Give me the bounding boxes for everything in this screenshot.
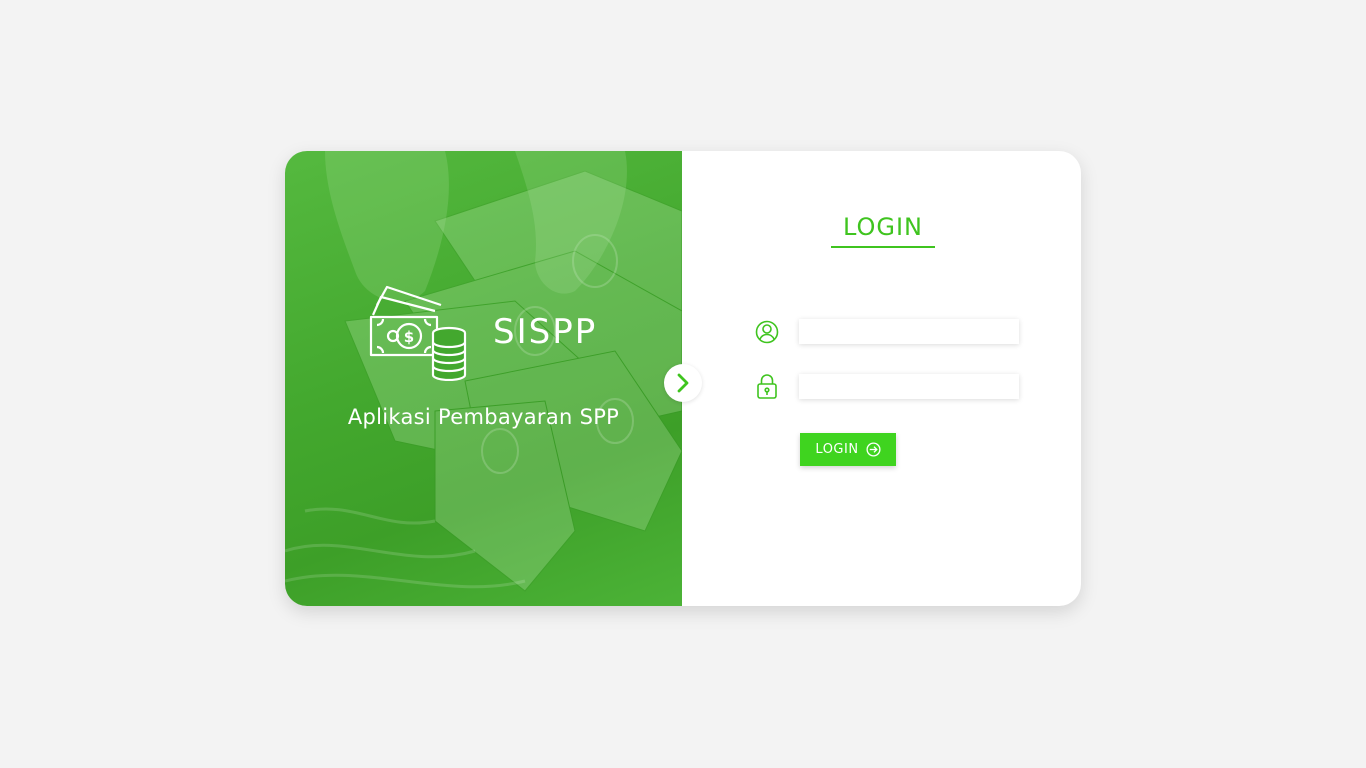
app-tagline: Aplikasi Pembayaran SPP bbox=[347, 405, 620, 429]
title-underline bbox=[831, 246, 935, 248]
svg-text:$: $ bbox=[404, 328, 414, 346]
chevron-right-button[interactable] bbox=[664, 364, 702, 402]
chevron-right-icon bbox=[677, 373, 689, 393]
login-button-label: LOGIN bbox=[815, 442, 859, 457]
money-coins-icon: $ bbox=[369, 285, 467, 381]
padlock-icon bbox=[757, 374, 777, 399]
hero-panel: $ SISPP Aplikasi Pembayaran SPP bbox=[285, 151, 682, 606]
login-title: LOGIN bbox=[842, 213, 924, 241]
login-button[interactable]: LOGIN bbox=[800, 433, 896, 466]
app-name: SISPP bbox=[493, 312, 598, 352]
user-circle-icon bbox=[755, 320, 779, 344]
sign-in-arrow-icon bbox=[866, 442, 881, 457]
username-input[interactable] bbox=[799, 319, 1019, 344]
password-input[interactable] bbox=[799, 374, 1019, 399]
hero-background-image bbox=[285, 151, 682, 592]
